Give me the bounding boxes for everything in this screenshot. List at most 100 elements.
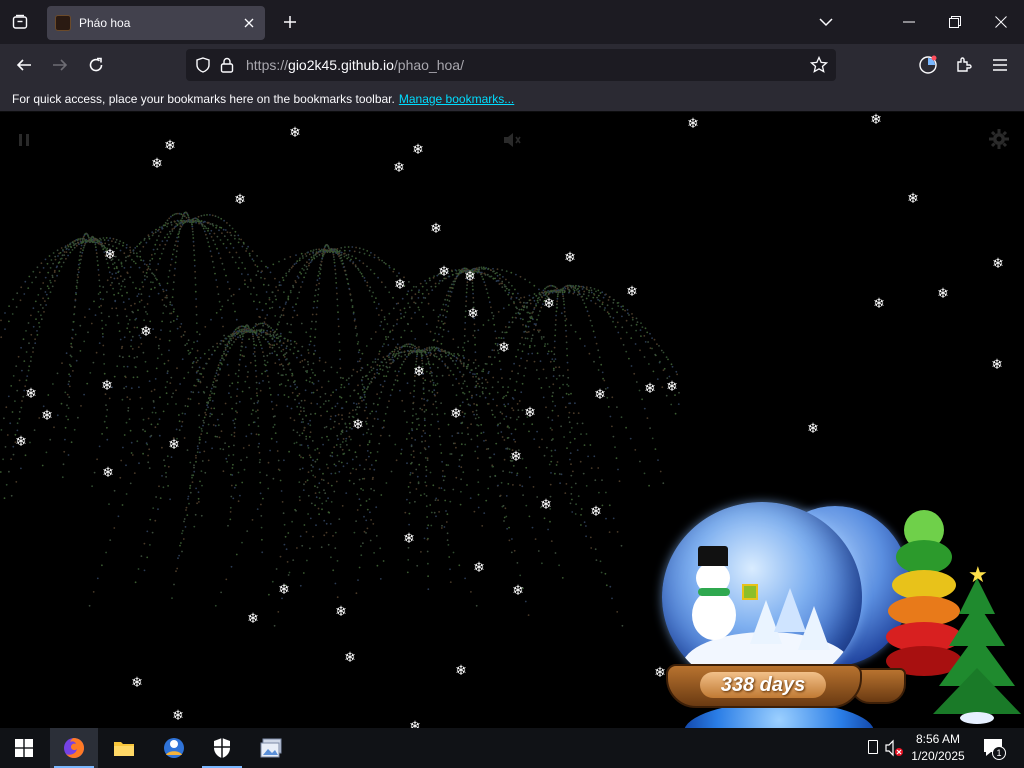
firework-spark	[65, 251, 68, 254]
firework-spark	[241, 341, 243, 344]
firework-spark	[290, 323, 292, 326]
shield-icon[interactable]	[192, 54, 214, 76]
firework-spark	[143, 306, 146, 308]
tab-phao-hoa[interactable]: Pháo hoa	[47, 6, 265, 40]
firework-spark	[150, 423, 153, 426]
firework-spark	[401, 297, 404, 300]
forward-icon[interactable]	[47, 52, 73, 78]
firework-spark	[35, 318, 37, 320]
volume-muted-icon[interactable]	[884, 738, 904, 758]
firefox-icon[interactable]	[50, 728, 98, 768]
firework-spark	[225, 457, 228, 460]
firework-spark	[400, 452, 402, 455]
firework-spark	[40, 318, 43, 321]
tab-list-icon[interactable]	[8, 10, 32, 34]
app-icon[interactable]	[150, 728, 198, 768]
firework-spark	[358, 251, 361, 254]
firework-spark	[442, 314, 445, 317]
firework-spark	[394, 370, 397, 373]
firework-spark	[366, 364, 369, 366]
firework-spark	[262, 380, 264, 382]
firework-spark	[503, 439, 506, 441]
firework-spark	[385, 375, 388, 378]
reload-icon[interactable]	[83, 52, 109, 78]
star-icon[interactable]	[808, 54, 830, 76]
firework-spark	[77, 416, 79, 419]
battery-icon[interactable]	[868, 740, 878, 754]
firework-spark	[330, 501, 333, 503]
lock-icon[interactable]	[216, 54, 238, 76]
clock-time[interactable]: 8:56 AM	[906, 732, 970, 746]
windows-start-icon[interactable]	[0, 728, 48, 768]
firework-spark	[465, 291, 468, 294]
firework-spark	[183, 437, 186, 439]
maximize-icon[interactable]	[932, 0, 978, 44]
firework-spark	[340, 430, 343, 433]
firework-spark	[67, 418, 69, 421]
settings-icon[interactable]	[986, 126, 1012, 152]
firework-spark	[357, 341, 360, 343]
mute-icon[interactable]	[500, 128, 524, 152]
firework-spark	[336, 248, 339, 250]
firework-spark	[204, 471, 207, 474]
clock-date[interactable]: 1/20/2025	[906, 749, 970, 763]
photos-icon[interactable]	[248, 728, 296, 768]
firework-spark	[133, 260, 135, 263]
firework-spark	[59, 251, 62, 254]
close-icon[interactable]	[239, 13, 259, 33]
firework-spark	[267, 487, 270, 490]
manage-bookmarks-link[interactable]: Manage bookmarks...	[399, 92, 514, 106]
firework-spark	[126, 365, 129, 368]
firework-spark	[356, 333, 358, 335]
firework-spark	[129, 276, 132, 279]
firework-spark	[440, 527, 443, 529]
minimize-icon[interactable]	[886, 0, 932, 44]
window-close-icon[interactable]	[978, 0, 1024, 44]
firework-spark	[617, 331, 620, 334]
firework-spark	[404, 358, 407, 360]
url-text[interactable]: https://gio2k45.github.io/phao_hoa/	[246, 57, 802, 73]
firework-spark	[205, 227, 208, 230]
firework-spark	[422, 296, 425, 299]
address-bar[interactable]: https://gio2k45.github.io/phao_hoa/	[186, 49, 836, 81]
firework-spark	[447, 330, 450, 333]
firework-spark	[580, 514, 582, 516]
firework-spark	[349, 395, 352, 397]
firework-spark	[7, 470, 10, 473]
firework-spark	[213, 232, 216, 235]
firework-spark	[266, 329, 268, 332]
file-explorer-icon[interactable]	[100, 728, 148, 768]
firework-spark	[166, 239, 169, 242]
firework-spark	[280, 374, 283, 377]
firework-spark	[565, 318, 568, 320]
firework-spark	[177, 236, 180, 238]
firework-spark	[7, 395, 10, 398]
firework-spark	[556, 300, 559, 303]
firework-spark	[570, 324, 572, 327]
back-icon[interactable]	[11, 52, 37, 78]
firework-spark	[471, 394, 473, 397]
firework-spark	[130, 345, 132, 348]
menu-icon[interactable]	[987, 52, 1013, 78]
firework-spark	[570, 392, 572, 395]
firework-spark	[359, 271, 362, 274]
firework-spark	[459, 371, 461, 373]
firework-spark	[37, 310, 40, 313]
notifications-icon[interactable]: 1	[982, 736, 1006, 760]
chevron-down-icon[interactable]	[814, 10, 838, 34]
firework-spark	[512, 484, 514, 486]
pause-icon[interactable]	[14, 130, 34, 150]
extensions-icon[interactable]	[951, 52, 977, 78]
account-icon[interactable]	[915, 52, 941, 78]
firework-spark	[462, 382, 465, 385]
plus-icon[interactable]	[278, 10, 302, 34]
page-content[interactable]: 338 days ★ ❄ ❄ ❄ ❄ ❄ ❄ ❄ ❄ ❄ ❄ ❄ ❄ ❄ ❄ ❄ ❄ ❄ ❄ ❄ ❄ ❄ ❄ ❄ ❄ ❄ ❄ ❄ ❄ ❄…	[0, 112, 1024, 728]
firework-spark	[513, 301, 515, 303]
firework-spark	[390, 362, 393, 365]
firework-spark	[508, 539, 511, 542]
firework-spark	[309, 547, 311, 550]
firework-spark	[531, 352, 534, 355]
firework-spark	[519, 574, 522, 577]
firework-spark	[295, 303, 297, 306]
security-icon[interactable]	[198, 728, 246, 768]
